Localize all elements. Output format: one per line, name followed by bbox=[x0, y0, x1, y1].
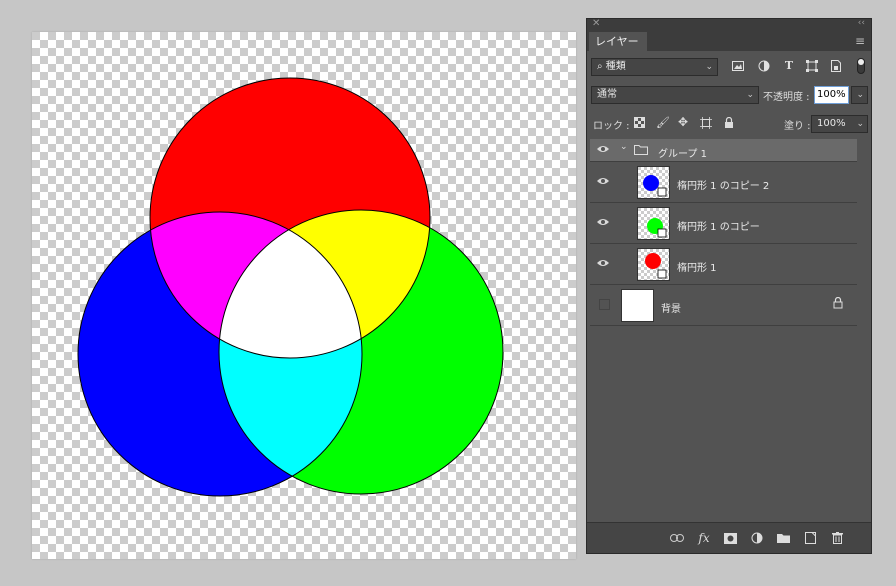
filter-row: ⌕ 種類 ⌄ T bbox=[587, 58, 871, 78]
opacity-dropdown-button[interactable]: ⌄ bbox=[851, 86, 868, 104]
tab-layers[interactable]: レイヤー bbox=[589, 32, 647, 51]
chevron-down-icon: ⌄ bbox=[856, 119, 864, 129]
layer-thumbnail bbox=[621, 289, 654, 322]
image-filter-icon[interactable] bbox=[731, 58, 745, 74]
type-filter-icon[interactable]: T bbox=[782, 58, 796, 74]
chevron-down-icon: ⌄ bbox=[705, 62, 713, 72]
delete-layer-icon[interactable] bbox=[829, 530, 845, 546]
layer-name: 楕円形 1 bbox=[677, 263, 717, 274]
layer-row-red-ellipse[interactable]: 楕円形 1 bbox=[590, 244, 857, 285]
adjustment-filter-icon[interactable] bbox=[757, 58, 771, 74]
shape-filter-icon[interactable] bbox=[805, 58, 819, 74]
rgb-circles-artwork bbox=[32, 32, 576, 559]
panel-menu-icon[interactable]: ≡ bbox=[855, 34, 865, 48]
layer-row-group[interactable]: ⌄ グループ 1 bbox=[590, 139, 857, 162]
link-layers-icon[interactable] bbox=[669, 530, 685, 546]
panel-titlebar: ✕ ‹‹ bbox=[587, 18, 871, 31]
new-adjustment-icon[interactable] bbox=[749, 530, 765, 546]
blend-mode-value: 通常 bbox=[597, 89, 617, 100]
layer-name: 背景 bbox=[661, 304, 681, 315]
layer-thumbnail bbox=[637, 166, 670, 199]
fill-input[interactable]: 100% ⌄ bbox=[811, 115, 868, 133]
lock-label: ロック : bbox=[593, 121, 630, 132]
filter-kind-select[interactable]: ⌕ 種類 ⌄ bbox=[591, 58, 718, 76]
lock-artboard-icon[interactable] bbox=[700, 117, 712, 132]
collapse-icon[interactable]: ‹‹ bbox=[858, 18, 865, 28]
visibility-toggle-empty[interactable] bbox=[599, 299, 610, 310]
eye-icon[interactable] bbox=[596, 217, 612, 229]
lock-position-icon[interactable]: ✥ bbox=[678, 115, 688, 129]
filter-toggle-switch[interactable] bbox=[857, 58, 865, 74]
layers-panel: ✕ ‹‹ レイヤー ≡ ⌕ 種類 ⌄ T 通常 ⌄ 不透明度: 100% ⌄ … bbox=[586, 18, 872, 554]
layer-row-background[interactable]: 背景 bbox=[590, 285, 857, 326]
layer-name: 楕円形 1 のコピー 2 bbox=[677, 181, 770, 192]
lock-icon[interactable] bbox=[833, 296, 843, 312]
new-layer-icon[interactable] bbox=[802, 530, 818, 546]
eye-icon[interactable] bbox=[596, 176, 612, 188]
fx-icon[interactable]: fx bbox=[696, 530, 712, 546]
lock-row: ロック : 🖌 ✥ 塗り : 100% ⌄ bbox=[587, 115, 871, 135]
layer-row-blue-ellipse[interactable]: 楕円形 1 のコピー 2 bbox=[590, 162, 857, 203]
panel-tab-bar: レイヤー ≡ bbox=[587, 31, 871, 51]
lock-transparent-pixels-icon[interactable] bbox=[634, 117, 645, 131]
fill-value: 100% bbox=[817, 118, 846, 129]
blend-mode-select[interactable]: 通常 ⌄ bbox=[591, 86, 759, 104]
opacity-label: 不透明度 : bbox=[763, 92, 810, 103]
opacity-input[interactable]: 100% bbox=[814, 86, 849, 104]
search-icon: ⌕ bbox=[597, 61, 603, 72]
lock-image-pixels-icon[interactable]: 🖌 bbox=[656, 116, 670, 129]
close-icon[interactable]: ✕ bbox=[592, 18, 600, 29]
new-group-icon[interactable] bbox=[775, 530, 791, 546]
add-mask-icon[interactable] bbox=[722, 530, 738, 546]
folder-icon bbox=[634, 144, 648, 158]
document-canvas[interactable] bbox=[32, 32, 576, 559]
chevron-down-icon: ⌄ bbox=[746, 90, 754, 100]
fill-label: 塗り : bbox=[784, 121, 811, 132]
layer-name: 楕円形 1 のコピー bbox=[677, 222, 760, 233]
smart-object-filter-icon[interactable] bbox=[829, 58, 843, 74]
chevron-down-icon[interactable]: ⌄ bbox=[620, 142, 628, 152]
layers-panel-footer: fx bbox=[587, 522, 871, 553]
layer-list: ⌄ グループ 1 楕円形 1 のコピー 2 楕円形 1 のコピー 楕円形 1 背… bbox=[590, 139, 857, 329]
layer-name: グループ 1 bbox=[658, 149, 707, 160]
chevron-down-icon: ⌄ bbox=[856, 90, 864, 100]
lock-all-icon[interactable] bbox=[724, 116, 734, 132]
eye-icon[interactable] bbox=[596, 144, 612, 156]
layer-thumbnail bbox=[637, 248, 670, 281]
layer-thumbnail bbox=[637, 207, 670, 240]
eye-icon[interactable] bbox=[596, 258, 612, 270]
layer-row-green-ellipse[interactable]: 楕円形 1 のコピー bbox=[590, 203, 857, 244]
filter-kind-label: 種類 bbox=[605, 61, 626, 72]
blend-row: 通常 ⌄ 不透明度 : 100% ⌄ bbox=[587, 86, 871, 106]
